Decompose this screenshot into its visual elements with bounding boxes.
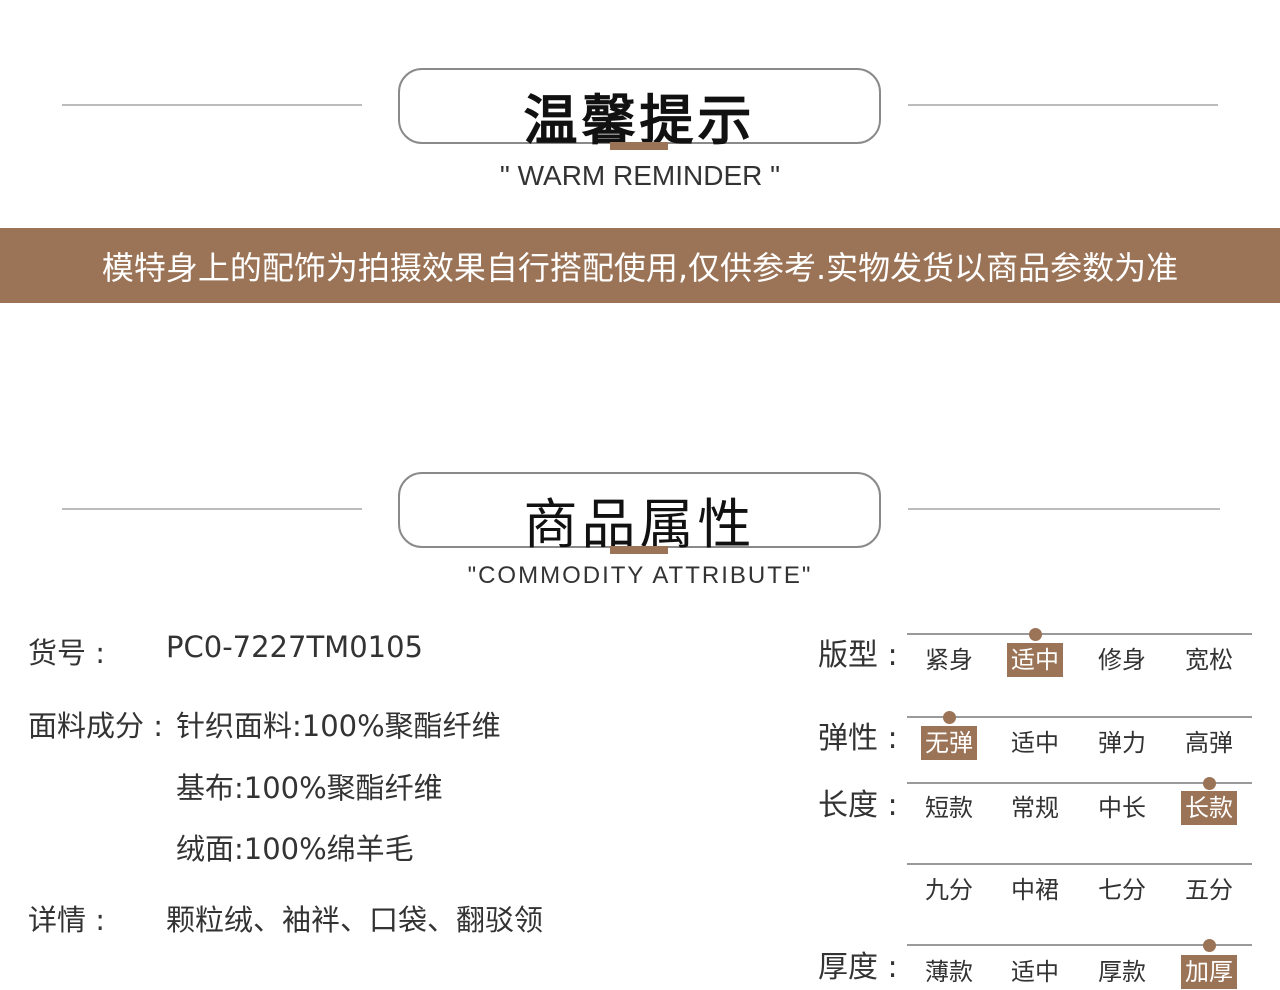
elasticity-option-medium[interactable]: 适中 (1007, 726, 1063, 760)
fabric-label: 面料成分 : (28, 709, 163, 743)
elasticity-option-stretch[interactable]: 弹力 (1094, 726, 1150, 760)
thickness-marker (1203, 939, 1216, 952)
reminder-divider-left (62, 104, 362, 106)
elasticity-line (907, 716, 1252, 718)
fit-option-tailored[interactable]: 修身 (1094, 643, 1150, 677)
fit-line (907, 633, 1252, 635)
attributes-divider-left (62, 508, 362, 510)
fabric-line-2: 基布:100%聚酯纤维 (176, 771, 443, 805)
thickness-label: 厚度 : (818, 950, 898, 985)
notice-text: 模特身上的配饰为拍摄效果自行搭配使用,仅供参考.实物发货以商品参数为准 (101, 248, 1179, 287)
thickness-option-medium[interactable]: 适中 (1007, 955, 1063, 989)
fabric-line-1: 针织面料:100%聚酯纤维 (176, 709, 501, 743)
elasticity-option-none[interactable]: 无弹 (921, 726, 977, 760)
sku-label: 货号 : (28, 636, 105, 670)
attributes-subtitle: "COMMODITY ATTRIBUTE" (467, 562, 813, 589)
thickness-line (907, 944, 1252, 946)
length-option-regular[interactable]: 常规 (1007, 791, 1063, 825)
sku-value: PC0-7227TM0105 (166, 630, 423, 664)
length-label: 长度 : (818, 788, 898, 823)
length-option-short[interactable]: 短款 (921, 791, 977, 825)
elasticity-marker (943, 711, 956, 724)
details-label: 详情 : (28, 903, 105, 937)
reminder-subtitle: " WARM REMINDER " (499, 160, 781, 191)
fit-marker (1029, 628, 1042, 641)
length-option-long[interactable]: 长款 (1181, 791, 1237, 825)
elasticity-label: 弹性 : (818, 721, 898, 756)
length-option-ninth[interactable]: 九分 (921, 873, 977, 907)
length-marker (1203, 777, 1216, 790)
length-line (907, 782, 1252, 784)
reminder-divider-right (908, 104, 1218, 106)
thickness-option-thin[interactable]: 薄款 (921, 955, 977, 989)
thickness-option-extra-thick[interactable]: 加厚 (1181, 955, 1237, 989)
fabric-line-3: 绒面:100%绵羊毛 (176, 832, 414, 866)
notice-band: 模特身上的配饰为拍摄效果自行搭配使用,仅供参考.实物发货以商品参数为准 (0, 228, 1280, 303)
reminder-title-underline (610, 142, 668, 150)
length-extra-line (907, 863, 1252, 865)
details-value: 颗粒绒、袖袢、口袋、翻驳领 (166, 903, 544, 937)
length-option-midi[interactable]: 中长 (1094, 791, 1150, 825)
fit-label: 版型 : (818, 638, 898, 673)
fit-option-slim[interactable]: 紧身 (921, 643, 977, 677)
attributes-title-underline (610, 546, 668, 554)
elasticity-option-high[interactable]: 高弹 (1181, 726, 1237, 760)
attributes-title-frame: 商品属性 (398, 472, 881, 556)
fit-option-regular[interactable]: 适中 (1007, 643, 1063, 677)
attributes-divider-right (908, 508, 1220, 510)
length-option-fifth[interactable]: 五分 (1181, 873, 1237, 907)
length-option-seventh[interactable]: 七分 (1094, 873, 1150, 907)
fit-option-loose[interactable]: 宽松 (1181, 643, 1237, 677)
thickness-option-thick[interactable]: 厚款 (1094, 955, 1150, 989)
reminder-title-frame: 温馨提示 (398, 68, 881, 152)
length-option-mid-skirt[interactable]: 中裙 (1007, 873, 1063, 907)
